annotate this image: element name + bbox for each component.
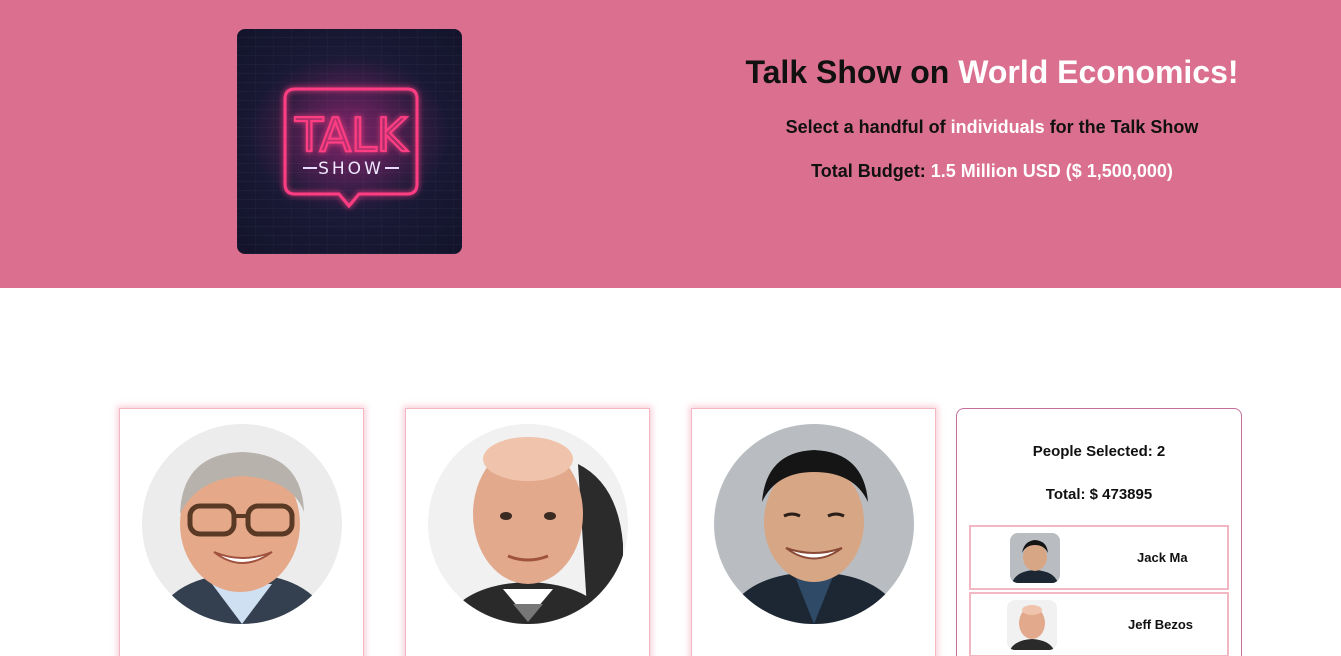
selected-thumb-jeff-bezos [1007, 600, 1057, 650]
svg-text:TALK: TALK [294, 108, 409, 162]
person-card-jeff-bezos[interactable] [405, 408, 650, 656]
subtitle-prefix: Select a handful of [785, 117, 951, 137]
budget-label: Total Budget: [811, 161, 931, 181]
person-photo-jeff-bezos [428, 424, 628, 624]
talk-show-logo: TALK SHOW [237, 29, 462, 254]
selected-item-jeff-bezos[interactable]: Jeff Bezos [969, 592, 1229, 656]
people-selected-count: People Selected: 2 [1032, 443, 1166, 460]
selected-thumb-jack-ma [1010, 533, 1060, 583]
header-banner: TALK SHOW Talk Show on World Economics! … [0, 0, 1341, 288]
budget-value: 1.5 Million USD ($ 1,500,000) [930, 161, 1173, 181]
selected-name: Jeff Bezos [1128, 617, 1194, 632]
title-highlight: World Economics! [958, 54, 1239, 90]
subtitle-highlight: individuals [950, 117, 1045, 137]
title-prefix: Talk Show on [745, 54, 959, 90]
page-title: Talk Show on World Economics! [700, 54, 1284, 91]
subtitle-suffix: for the Talk Show [1044, 117, 1199, 137]
selection-summary-panel: People Selected: 2 Total: $ 473895 Jack … [956, 408, 1242, 656]
person-photo-bill-gates [142, 424, 342, 624]
selected-item-jack-ma[interactable]: Jack Ma [969, 525, 1229, 590]
person-card-jack-ma[interactable] [691, 408, 936, 656]
total-budget: Total Budget: 1.5 Million USD ($ 1,500,0… [700, 161, 1284, 182]
person-card-bill-gates[interactable] [119, 408, 364, 656]
selected-name: Jack Ma [1137, 550, 1188, 565]
selection-total: Total: $ 473895 [1045, 486, 1153, 503]
person-photo-jack-ma [714, 424, 914, 624]
svg-text:SHOW: SHOW [318, 159, 384, 179]
page-subtitle: Select a handful of individuals for the … [700, 117, 1284, 138]
